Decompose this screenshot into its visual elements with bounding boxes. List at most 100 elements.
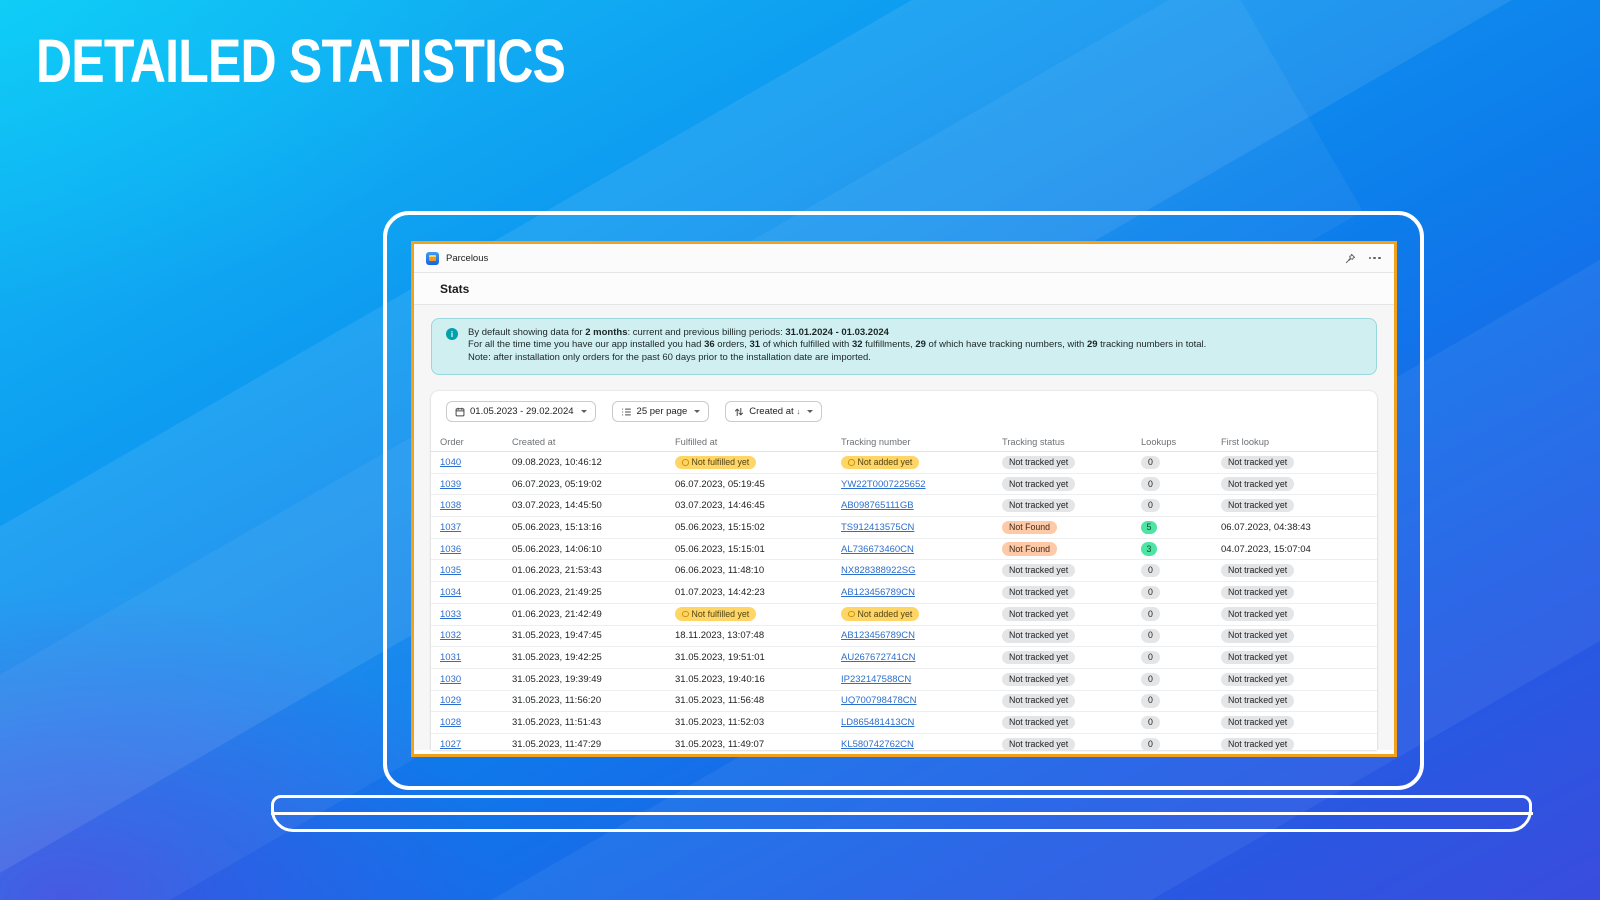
tracking-number-link[interactable]: IP232147588CN: [841, 674, 911, 685]
order-link[interactable]: 1028: [440, 717, 461, 728]
date-range-filter-button[interactable]: 01.05.2023 - 29.02.2024: [446, 401, 596, 422]
calendar-icon: [455, 407, 465, 417]
tracking-number-link[interactable]: AB123456789CN: [841, 630, 915, 641]
first-lookup-cell: Not tracked yet: [1221, 455, 1377, 470]
lookups-cell: 0: [1141, 650, 1221, 665]
tracking-number-link[interactable]: AB098765111GB: [841, 500, 914, 511]
tracking-number-link[interactable]: TS912413575CN: [841, 522, 914, 533]
badge-gray: 0: [1141, 650, 1160, 665]
page: DETAILED STATISTICS Parcelous Stats i By…: [0, 0, 1600, 900]
tracking-number-link[interactable]: AU267672741CN: [841, 652, 915, 663]
badge-gray: Not tracked yet: [1002, 607, 1076, 621]
cell-text: 01.07.2023, 14:42:23: [675, 586, 765, 598]
order-cell: 1033: [440, 609, 512, 620]
pin-icon[interactable]: [1345, 253, 1356, 264]
created-at-cell: 31.05.2023, 19:47:45: [512, 630, 675, 641]
order-link[interactable]: 1031: [440, 652, 461, 663]
badge-succ: 3: [1141, 542, 1157, 556]
tracking-number-link[interactable]: YW22T0007225652: [841, 479, 926, 490]
order-cell: 1032: [440, 630, 512, 641]
badge-gray: 0: [1141, 737, 1160, 750]
order-link[interactable]: 1027: [440, 739, 461, 750]
badge-gray: Not tracked yet: [1221, 737, 1295, 750]
table-header-row: Order Created at Fulfilled at Tracking numb…: [431, 432, 1377, 452]
order-link[interactable]: 1035: [440, 565, 461, 576]
order-link[interactable]: 1037: [440, 522, 461, 533]
tracking-status-cell: Not tracked yet: [1002, 564, 1141, 578]
order-link[interactable]: 1030: [440, 674, 461, 685]
order-link[interactable]: 1039: [440, 479, 461, 490]
lookups-cell: 0: [1141, 672, 1221, 686]
first-lookup-cell: Not tracked yet: [1221, 477, 1377, 491]
order-cell: 1037: [440, 522, 512, 533]
order-link[interactable]: 1040: [440, 457, 461, 468]
table-row: 1038 03.07.2023, 14:45:50 03.07.2023, 14:4…: [431, 495, 1377, 518]
tracking-number-link[interactable]: AL736673460CN: [841, 544, 914, 555]
order-link[interactable]: 1032: [440, 630, 461, 641]
tracking-status-cell: Not tracked yet: [1002, 585, 1141, 600]
order-link[interactable]: 1029: [440, 695, 461, 706]
tracking-number-link[interactable]: NX828388922SG: [841, 565, 915, 576]
cell-text: 05.06.2023, 14:06:10: [512, 543, 602, 555]
tracking-number-link[interactable]: UQ700798478CN: [841, 695, 917, 706]
tracking-number-cell: AB123456789CN: [841, 587, 1002, 598]
fulfilled-at-cell: 31.05.2023, 11:49:07: [675, 739, 841, 750]
cell-text: 05.06.2023, 15:15:01: [675, 543, 765, 555]
order-link[interactable]: 1036: [440, 544, 461, 555]
cell-text: 31.05.2023, 19:42:25: [512, 652, 602, 664]
badge-gray: Not tracked yet: [1221, 585, 1295, 600]
lookups-cell: 0: [1141, 607, 1221, 621]
tracking-status-cell: Not tracked yet: [1002, 737, 1141, 750]
sort-filter-button[interactable]: Created at ↓: [725, 401, 823, 422]
tracking-status-cell: Not tracked yet: [1002, 694, 1141, 708]
cell-text: 18.11.2023, 13:07:48: [675, 630, 765, 642]
tracking-number-link[interactable]: LD865481413CN: [841, 717, 914, 728]
fulfilled-at-cell: 06.06.2023, 11:48:10: [675, 565, 841, 576]
tracking-number-cell: LD865481413CN: [841, 717, 1002, 728]
lookups-cell: 0: [1141, 585, 1221, 600]
per-page-filter-button[interactable]: 25 per page: [611, 401, 710, 422]
cell-text: 05.06.2023, 15:13:16: [512, 521, 602, 533]
tracking-status-cell: Not tracked yet: [1002, 715, 1141, 730]
created-at-cell: 09.08.2023, 10:46:12: [512, 457, 675, 468]
order-cell: 1038: [440, 500, 512, 511]
cell-text: 01.06.2023, 21:53:43: [512, 565, 602, 577]
first-lookup-cell: Not tracked yet: [1221, 650, 1377, 665]
order-cell: 1029: [440, 695, 512, 706]
table-row: 1035 01.06.2023, 21:53:43 06.06.2023, 11:4…: [431, 560, 1377, 583]
order-link[interactable]: 1033: [440, 609, 461, 620]
sort-value: Created at: [749, 406, 794, 417]
more-menu-icon[interactable]: [1367, 256, 1382, 260]
page-heading-bar: Stats: [414, 273, 1394, 305]
cell-text: 06.07.2023, 04:38:43: [1221, 521, 1311, 533]
tracking-status-cell: Not tracked yet: [1002, 499, 1141, 513]
tracking-number-cell: AL736673460CN: [841, 544, 1002, 555]
fulfilled-at-cell: 05.06.2023, 15:15:02: [675, 522, 841, 533]
page-title: DETAILED STATISTICS: [36, 27, 566, 95]
tracking-number-link[interactable]: KL580742762CN: [841, 739, 914, 750]
tracking-status-cell: Not tracked yet: [1002, 629, 1141, 643]
badge-gray: Not tracked yet: [1221, 499, 1295, 513]
badge-gray: 0: [1141, 455, 1160, 470]
package-icon: [429, 255, 436, 261]
badge-succ: 5: [1141, 520, 1157, 535]
badge-gray: Not tracked yet: [1002, 455, 1076, 470]
column-header-order: Order: [440, 436, 464, 447]
fulfilled-at-cell: 31.05.2023, 19:51:01: [675, 652, 841, 663]
order-link[interactable]: 1038: [440, 500, 461, 511]
tracking-number-link[interactable]: AB123456789CN: [841, 587, 915, 598]
cell-text: 31.05.2023, 11:49:07: [675, 738, 765, 750]
table-row: 1033 01.06.2023, 21:42:49 Not fulfilled ye…: [431, 604, 1377, 626]
order-link[interactable]: 1034: [440, 587, 461, 598]
tracking-number-cell: Not added yet: [841, 607, 1002, 621]
badge-gray: 0: [1141, 564, 1160, 578]
cell-text: 09.08.2023, 10:46:12: [512, 456, 602, 468]
badge-gray: Not tracked yet: [1221, 650, 1295, 665]
incomplete-icon: [848, 610, 855, 618]
created-at-cell: 03.07.2023, 14:45:50: [512, 500, 675, 511]
badge-gray: Not tracked yet: [1002, 629, 1076, 643]
badge-gray: 0: [1141, 477, 1160, 491]
filters-bar: 01.05.2023 - 29.02.2024 25 per page Crea…: [431, 391, 1377, 432]
badge-gray: Not tracked yet: [1221, 564, 1295, 578]
chevron-down-icon: [807, 410, 814, 413]
